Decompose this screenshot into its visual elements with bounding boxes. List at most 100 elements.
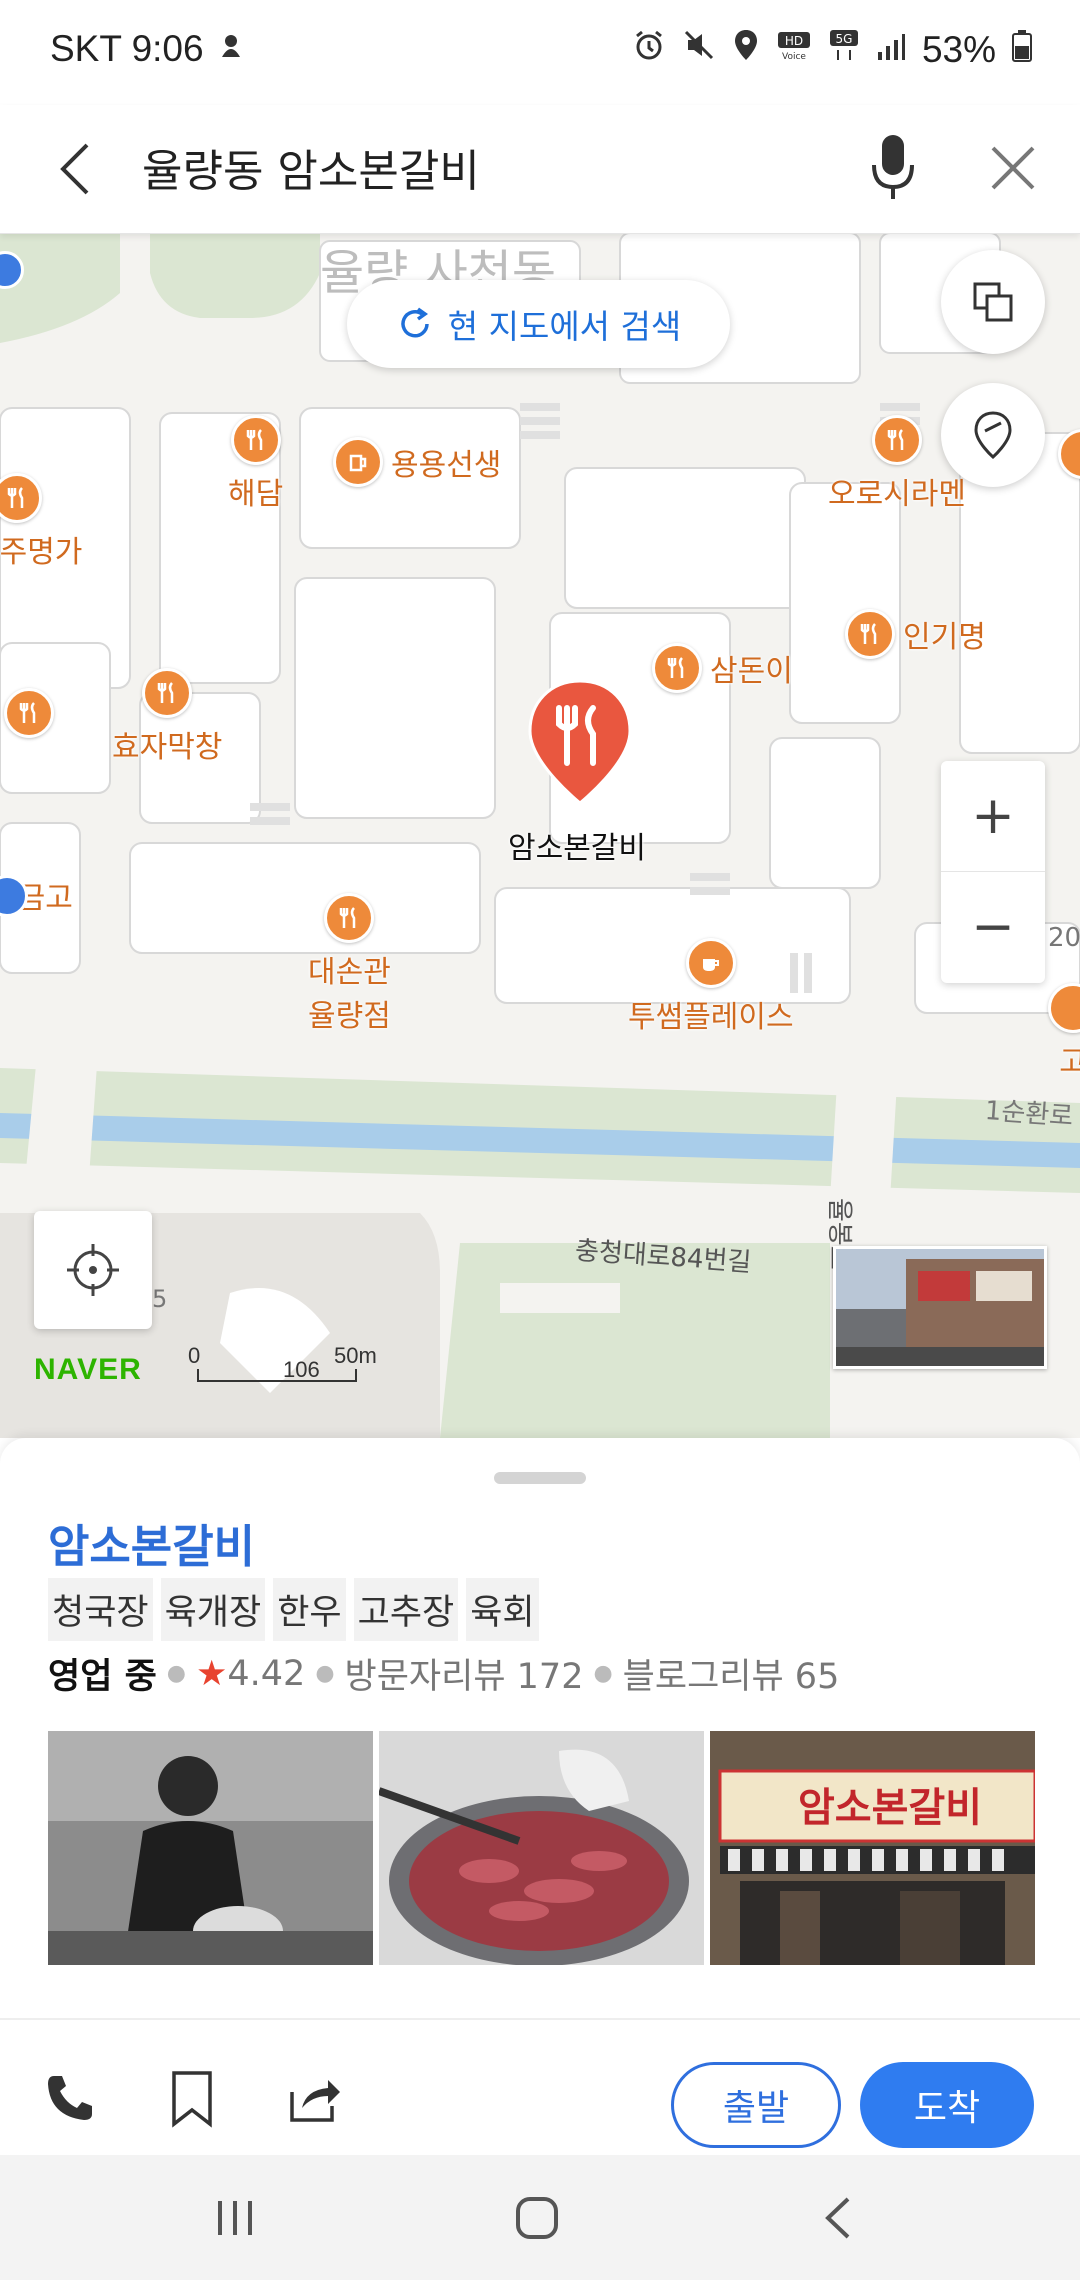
bookmark-icon (172, 2071, 212, 2128)
restaurant-icon (845, 609, 895, 659)
location-icon (732, 28, 760, 71)
beer-icon (333, 437, 383, 487)
street-view-thumbnail[interactable] (833, 1246, 1047, 1369)
recent-apps-button[interactable] (210, 2195, 260, 2241)
status-right: HD Voice 5G 53% (632, 28, 1032, 71)
system-nav-bar (0, 2155, 1080, 2280)
photo-storefront[interactable]: 암소본갈비 (710, 1731, 1035, 1965)
selected-place-marker[interactable] (525, 678, 635, 812)
research-this-area-button[interactable]: 현 지도에서 검색 (347, 280, 730, 368)
back-arrow-icon (60, 143, 89, 195)
menu-tag: 청국장 (48, 1578, 153, 1641)
restaurant-icon (142, 668, 193, 718)
menu-tag: 고추장 (353, 1578, 459, 1641)
poi-twosome[interactable]: 투썸플레이스 (628, 938, 794, 1036)
poi-label: 삼돈이 (710, 654, 793, 689)
menu-tag: 육개장 (160, 1578, 266, 1641)
phone-icon (48, 2076, 92, 2120)
back-button[interactable] (40, 133, 110, 205)
voice-search-button[interactable] (858, 127, 928, 207)
microphone-icon (872, 135, 914, 199)
restaurant-icon (324, 893, 375, 943)
visitor-reviews[interactable]: 방문자리뷰 172 (345, 1648, 584, 1699)
photo-meat[interactable] (379, 1731, 704, 1965)
layers-button[interactable] (941, 250, 1045, 354)
poi-ingimyeong[interactable]: 인기명 (845, 609, 986, 659)
poi-jumyeongga[interactable]: 전주명가 (0, 473, 82, 571)
map-pin-icon (974, 411, 1012, 460)
poi-label: 투썸플레이스 (628, 1000, 794, 1035)
separator-dot: ● (593, 1661, 613, 1686)
arrive-button[interactable]: 도착 (860, 2062, 1034, 2148)
map-number-label: 5 (152, 1285, 168, 1313)
place-info-sheet[interactable]: 암소본갈비 청국장 육개장 한우 고추장 육회 영업 중 ● ★ 4.42 ● … (0, 1438, 1080, 2155)
clear-search-button[interactable] (978, 133, 1048, 203)
rating: 4.42 (227, 1653, 306, 1694)
place-meta: 영업 중 ● ★ 4.42 ● 방문자리뷰 172 ● 블로그리뷰 65 (48, 1648, 839, 1699)
zoom-in-button[interactable]: + (941, 761, 1045, 872)
search-bar: 율량동 암소본갈비 (0, 105, 1080, 234)
research-label: 현 지도에서 검색 (447, 307, 682, 346)
street-photo (836, 1249, 1044, 1366)
svg-text:Voice: Voice (782, 52, 806, 62)
zoom-out-button[interactable]: − (941, 872, 1045, 982)
separator-dot: ● (166, 1661, 186, 1686)
poi-label: 오로시라멘 (828, 477, 966, 512)
partial-number-label: 20 (1048, 923, 1080, 953)
poi-label-line1: 대손관 (308, 955, 391, 990)
action-bar: 출발 도착 (0, 2018, 1080, 2157)
poi-daeson[interactable]: 대손관 율량점 (308, 893, 391, 1035)
save-button[interactable] (170, 2070, 220, 2130)
cafe-icon (685, 938, 736, 988)
search-input[interactable]: 율량동 암소본갈비 (142, 135, 480, 199)
meat-photo (379, 1731, 704, 1965)
restaurant-icon (652, 643, 702, 693)
photo-chef[interactable] (48, 1731, 373, 1965)
naver-logo: NAVER (34, 1353, 142, 1386)
chef-photo (48, 1731, 373, 1965)
favorites-map-button[interactable] (941, 383, 1045, 487)
poi-yongyong[interactable]: 용용선생 (333, 437, 501, 487)
poi-unnamed-left[interactable] (4, 688, 54, 738)
call-button[interactable] (44, 2072, 104, 2132)
poi-label: 인기명 (903, 620, 986, 655)
blog-reviews[interactable]: 블로그리뷰 65 (623, 1648, 840, 1699)
restaurant-icon (4, 688, 54, 738)
poi-partial-right[interactable]: 고 (1048, 983, 1080, 1081)
home-button[interactable] (512, 2193, 562, 2243)
poi-label: 전주명가 (0, 535, 83, 570)
poi-hyoja[interactable]: 효자막창 (112, 668, 222, 766)
separator-dot: ● (315, 1661, 335, 1686)
signal-icon (876, 29, 906, 71)
current-location-button[interactable] (34, 1211, 152, 1329)
map-scale: 0 106 50m (188, 1343, 377, 1393)
depart-button[interactable]: 출발 (671, 2062, 841, 2148)
zoom-control: + − (941, 761, 1045, 983)
poi-label: 효자막창 (112, 730, 223, 765)
status-bar: SKT 9:06 HD Voice 5G 53% (0, 0, 1080, 105)
map-view[interactable]: 율량 사천동 충청대로84번길 1순환로 율봉로 5 20 해담 용용선생 오로… (0, 233, 1080, 1438)
carrier-time: SKT 9:06 (50, 28, 204, 69)
photo-strip: 암소본갈비 (48, 1731, 1035, 1965)
share-button[interactable] (288, 2070, 348, 2130)
place-name[interactable]: 암소본갈비 (48, 1510, 255, 1575)
open-status: 영업 중 (48, 1657, 157, 1697)
back-nav-button[interactable] (818, 2193, 858, 2243)
battery-icon (1012, 29, 1032, 71)
menu-tags: 청국장 육개장 한우 고추장 육회 (48, 1578, 539, 1641)
restaurant-icon (1048, 983, 1080, 1033)
refresh-icon (401, 307, 429, 338)
restaurant-icon (0, 473, 43, 523)
share-icon (290, 2080, 340, 2122)
poi-haedam[interactable]: 해담 (228, 415, 283, 513)
poi-samdoni[interactable]: 삼돈이 (652, 643, 793, 693)
status-left: SKT 9:06 (50, 28, 246, 70)
poi-label-line2: 율량점 (308, 999, 391, 1034)
hd-voice-icon: HD Voice (776, 28, 812, 71)
battery-level: 53% (921, 28, 996, 70)
notification-icon (216, 28, 246, 70)
svg-text:5G: 5G (835, 32, 852, 46)
scale-bar (197, 1369, 357, 1382)
sheet-drag-handle[interactable] (494, 1472, 586, 1484)
recent-apps-icon (218, 2201, 252, 2235)
